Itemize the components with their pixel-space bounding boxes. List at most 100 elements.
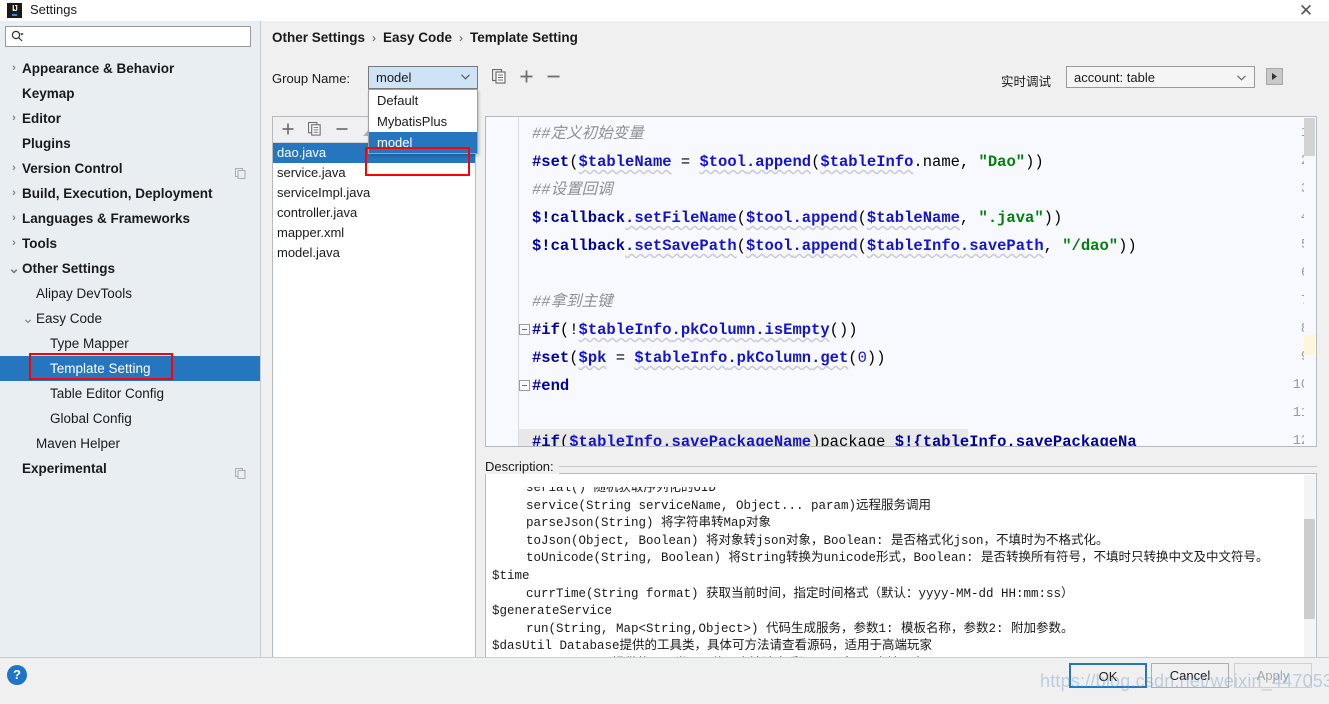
sidebar-item-appearance-behavior[interactable]: › Appearance & Behavior: [0, 56, 260, 81]
sidebar-item-type-mapper[interactable]: Type Mapper: [0, 331, 260, 356]
copy-icon[interactable]: [235, 162, 246, 179]
run-debug-button[interactable]: [1266, 68, 1283, 85]
settings-dialog: IJ Settings ✕ › Appearance & Behavior Keym…: [0, 0, 1329, 704]
code-token: .isEmpty: [755, 321, 830, 339]
copy-group-button[interactable]: [491, 68, 507, 87]
minus-icon: [547, 75, 560, 78]
code-fold-toggle-icon[interactable]: [519, 324, 530, 335]
description-line: service(String serviceName, Object... pa…: [526, 498, 932, 513]
sidebar-item-build-execution-deployment[interactable]: › Build, Execution, Deployment: [0, 181, 260, 206]
sidebar-item-alipay-devtools[interactable]: Alipay DevTools: [0, 281, 260, 306]
copy-icon[interactable]: [235, 462, 246, 479]
add-file-button[interactable]: [281, 122, 295, 139]
group-name-value: model: [376, 70, 412, 85]
breadcrumb-part[interactable]: Other Settings: [272, 30, 365, 45]
code-token: .name: [913, 153, 960, 171]
description-line: $dasUtil Database提供的工具类，具体可方法请查看源码，适用于高端…: [492, 639, 933, 654]
list-item[interactable]: mapper.xml: [273, 223, 475, 243]
code-token: .append: [792, 237, 858, 255]
sidebar-item-tools[interactable]: › Tools: [0, 231, 260, 256]
code-token: $!callback: [532, 237, 626, 255]
description-label: Description:: [485, 459, 559, 474]
minus-icon: [336, 128, 348, 130]
sidebar-item-other-settings[interactable]: ⌄ Other Settings: [0, 256, 260, 281]
breadcrumb-part[interactable]: Easy Code: [383, 30, 452, 45]
template-code-editor[interactable]: 1##定义初始变量2#set($tableName = $tool.append…: [485, 116, 1317, 447]
list-item[interactable]: serviceImpl.java: [273, 183, 475, 203]
description-line: $time: [492, 569, 530, 583]
list-item[interactable]: service.java: [273, 163, 475, 183]
remove-group-button[interactable]: [546, 69, 561, 87]
title-bar: IJ Settings ✕: [0, 0, 1329, 22]
code-token: #end: [532, 377, 570, 395]
search-input[interactable]: [28, 29, 247, 47]
sidebar-item-keymap[interactable]: Keymap: [0, 81, 260, 106]
code-token: ,: [959, 209, 979, 227]
group-name-label: Group Name:: [272, 71, 351, 86]
sidebar-item-experimental[interactable]: Experimental: [0, 456, 260, 481]
add-group-button[interactable]: [519, 69, 534, 87]
debug-label: 实时调试: [1001, 75, 1052, 89]
close-icon[interactable]: ✕: [1295, 1, 1317, 21]
editor-marker-stripe: [1304, 335, 1315, 355]
list-item[interactable]: controller.java: [273, 203, 475, 223]
code-fold-toggle-icon[interactable]: [519, 380, 530, 391]
sidebar-item-label: Experimental: [22, 461, 107, 476]
chevron-down-icon[interactable]: ⌄: [22, 306, 34, 331]
sidebar-item-global-config[interactable]: Global Config: [0, 406, 260, 431]
sidebar-item-template-setting[interactable]: Template Setting: [0, 356, 260, 381]
breadcrumb-part[interactable]: Template Setting: [470, 30, 578, 45]
code-token: .savePackageName: [662, 433, 812, 447]
editor-code-line: #set($tableName = $tool.append($tableInf…: [532, 148, 1044, 176]
code-token: (: [569, 153, 579, 171]
code-token: .append: [792, 209, 858, 227]
menu-item[interactable]: Default: [369, 90, 477, 111]
code-token: .setFileName: [625, 209, 737, 227]
code-token: ##定义初始变量: [532, 125, 644, 143]
chevron-right-icon[interactable]: ›: [8, 156, 20, 181]
chevron-down-icon: [461, 74, 470, 80]
help-icon[interactable]: ?: [7, 665, 27, 685]
editor-code-line: #set($pk = $tableInfo.pkColumn.get(0)): [532, 344, 886, 372]
chevron-right-icon[interactable]: ›: [8, 56, 20, 81]
sidebar-item-easy-code[interactable]: ⌄ Easy Code: [0, 306, 260, 331]
code-token: ): [811, 433, 821, 447]
description-line: currTime(String format) 获取当前时间，指定时间格式（默认…: [526, 586, 1074, 601]
editor-code-line: #end: [532, 372, 569, 400]
code-token: ,: [959, 153, 979, 171]
group-name-select[interactable]: model: [368, 66, 478, 89]
chevron-right-icon[interactable]: ›: [8, 181, 20, 206]
chevron-right-icon[interactable]: ›: [8, 231, 20, 256]
description-top-fade: [487, 475, 1316, 487]
editor-code-line: $!callback.setSavePath($tool.append($tab…: [532, 232, 1137, 260]
editor-scrollbar-thumb[interactable]: [1304, 118, 1315, 156]
sidebar-item-table-editor-config[interactable]: Table Editor Config: [0, 381, 260, 406]
copy-file-button[interactable]: [307, 121, 322, 139]
sidebar-item-label: Table Editor Config: [50, 386, 165, 401]
editor-scrollbar-track[interactable]: [1304, 118, 1315, 445]
chevron-down-icon[interactable]: ⌄: [8, 256, 20, 281]
sidebar-item-maven-helper[interactable]: Maven Helper: [0, 431, 260, 456]
menu-item[interactable]: MybatisPlus: [369, 111, 477, 132]
debug-table-select[interactable]: account: table: [1066, 66, 1255, 88]
group-name-dropdown[interactable]: Default MybatisPlus model: [368, 89, 478, 154]
search-box[interactable]: [5, 26, 251, 47]
editor-code-line: #if($tableInfo.savePackageName)package $…: [532, 428, 1137, 447]
chevron-right-icon[interactable]: ›: [8, 206, 20, 231]
chevron-right-icon[interactable]: ›: [8, 106, 20, 131]
code-token: )): [1043, 209, 1063, 227]
menu-item[interactable]: model: [369, 132, 477, 153]
description-scrollbar-thumb[interactable]: [1304, 519, 1315, 619]
sidebar-item-version-control[interactable]: › Version Control: [0, 156, 260, 181]
code-token: ,: [1043, 237, 1063, 255]
list-item[interactable]: model.java: [273, 243, 475, 263]
sidebar-item-label: Appearance & Behavior: [22, 61, 175, 76]
code-token: =: [606, 349, 635, 367]
sidebar-item-editor[interactable]: › Editor: [0, 106, 260, 131]
code-token: "Dao": [978, 153, 1026, 171]
sidebar-item-languages-frameworks[interactable]: › Languages & Frameworks: [0, 206, 260, 231]
sidebar-item-plugins[interactable]: Plugins: [0, 131, 260, 156]
breadcrumb-separator: ›: [372, 31, 377, 45]
remove-file-button[interactable]: [335, 122, 349, 139]
code-token: (: [736, 209, 746, 227]
